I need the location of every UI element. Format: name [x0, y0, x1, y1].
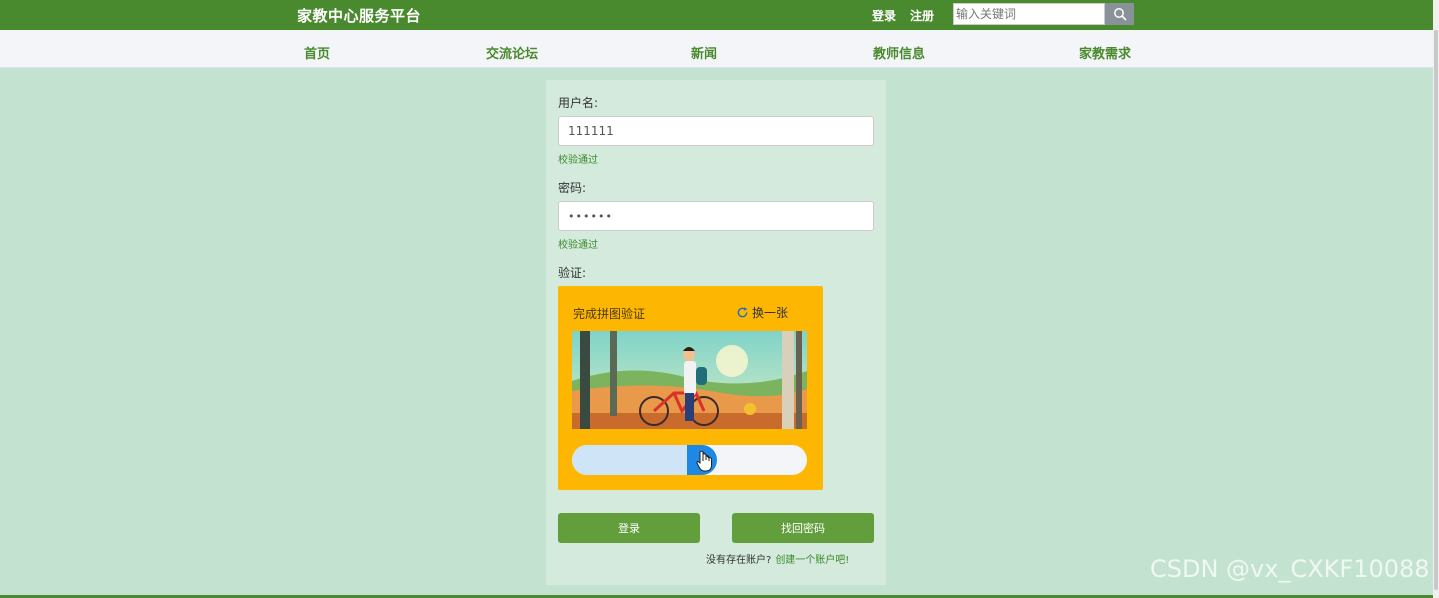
puzzle-captcha: 完成拼图验证 换一张 [558, 286, 823, 490]
password-input[interactable]: •••••• [558, 201, 874, 231]
csdn-watermark: CSDN @vx_CXKF10088 [1150, 555, 1430, 583]
search-button[interactable] [1105, 3, 1134, 25]
verify-label: 验证: [558, 266, 587, 280]
nav-item-news[interactable]: 新闻 [691, 43, 717, 62]
site-brand-title: 家教中心服务平台 [297, 7, 422, 25]
forgot-password-button[interactable]: 找回密码 [732, 513, 874, 543]
username-label: 用户名: [558, 96, 599, 110]
login-panel: 用户名: 111111 校验通过 密码: •••••• 校验通过 验证: 完成拼… [546, 80, 886, 585]
create-account-link[interactable]: 创建一个账户吧! [775, 555, 849, 566]
nav-item-tutoring-demand[interactable]: 家教需求 [1079, 43, 1131, 62]
nav-item-teachers[interactable]: 教师信息 [873, 43, 925, 62]
main-nav: 首页 交流论坛 新闻 教师信息 家教需求 [0, 30, 1433, 68]
search-input[interactable] [953, 3, 1105, 25]
nav-item-home[interactable]: 首页 [304, 43, 330, 62]
forgot-password-label: 找回密码 [781, 522, 825, 535]
password-label: 密码: [558, 181, 587, 195]
captcha-refresh-button[interactable]: 换一张 [736, 304, 788, 321]
captcha-puzzle-image [572, 331, 807, 429]
top-header-bar: 家教中心服务平台 登录 注册 [0, 0, 1439, 30]
refresh-icon [737, 307, 748, 318]
signup-prompt: 没有存在账户? [706, 555, 772, 566]
page-scrollbar-thumb[interactable] [1434, 30, 1438, 590]
header-login-link[interactable]: 登录 [872, 7, 896, 24]
search-icon [1113, 8, 1126, 21]
captcha-slider-track[interactable] [572, 445, 807, 475]
hand-pointer-icon [696, 450, 712, 472]
header-register-link[interactable]: 注册 [910, 7, 934, 24]
username-input[interactable]: 111111 [558, 116, 874, 146]
password-value: •••••• [568, 210, 613, 223]
captcha-title: 完成拼图验证 [573, 307, 646, 321]
password-valid-hint: 校验通过 [558, 240, 598, 251]
captcha-slider-handle[interactable] [687, 445, 717, 475]
captcha-slider-fill [572, 445, 702, 475]
username-valid-hint: 校验通过 [558, 155, 598, 166]
signup-row: 没有存在账户? 创建一个账户吧! [706, 551, 849, 566]
login-button[interactable]: 登录 [558, 513, 700, 543]
nav-item-forum[interactable]: 交流论坛 [486, 43, 538, 62]
login-button-label: 登录 [618, 522, 640, 535]
captcha-refresh-label: 换一张 [752, 306, 789, 320]
username-value: 111111 [568, 124, 614, 138]
